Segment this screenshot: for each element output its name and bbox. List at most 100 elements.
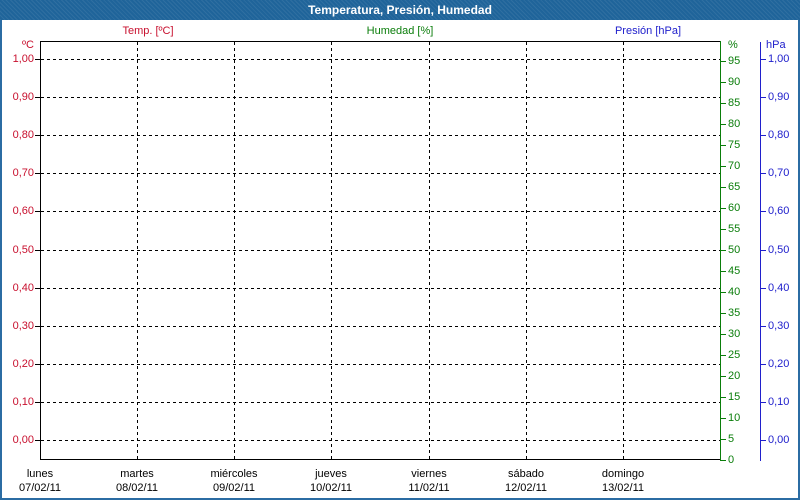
x-axis-date-label: 07/02/11 — [18, 482, 61, 494]
h-gridline — [41, 402, 720, 403]
humidity-axis-tick-label: 60 — [728, 202, 741, 214]
humidity-axis-tick — [721, 187, 726, 188]
h-gridline — [41, 97, 720, 98]
humidity-axis-tick — [721, 250, 726, 251]
humidity-axis-tick-label: 50 — [728, 244, 741, 256]
x-axis-day-label: miércoles — [210, 468, 258, 480]
pressure-axis-tick-label: 0,10 — [768, 396, 790, 408]
humidity-axis-tick — [721, 208, 726, 209]
temp-axis-tick-label: 0,10 — [12, 396, 34, 408]
v-gridline — [623, 42, 624, 460]
v-gridline — [234, 42, 235, 460]
humidity-axis-tick-label: 70 — [728, 160, 741, 172]
humidity-axis-tick-label: 90 — [728, 76, 741, 88]
x-axis-date-label: 08/02/11 — [115, 482, 158, 494]
humidity-axis-line — [720, 41, 721, 461]
humidity-axis-tick-label: 15 — [728, 391, 741, 403]
h-gridline — [41, 173, 720, 174]
temp-axis-tick — [35, 97, 40, 98]
x-axis-date-label: 13/02/11 — [601, 482, 644, 494]
humidity-axis-tick — [721, 61, 726, 62]
pressure-axis-tick-label: 0,00 — [768, 434, 790, 446]
humidity-axis-tick — [721, 292, 726, 293]
temp-axis-tick-label: 0,40 — [12, 282, 34, 294]
h-gridline — [41, 59, 720, 60]
h-gridline — [41, 211, 720, 212]
humidity-axis-tick-label: 5 — [728, 433, 735, 445]
temp-axis-tick-label: 0,60 — [12, 205, 34, 217]
pressure-axis-tick — [761, 211, 766, 212]
x-axis-date-label: 09/02/11 — [212, 482, 255, 494]
x-axis-day-label: domingo — [601, 468, 645, 480]
temp-axis-tick — [35, 173, 40, 174]
pressure-axis-tick-label: 0,60 — [768, 205, 790, 217]
legend-humidity: Humedad [%] — [366, 25, 434, 37]
temp-axis-tick — [35, 326, 40, 327]
humidity-axis-tick — [721, 271, 726, 272]
pressure-axis-tick — [761, 59, 766, 60]
pressure-axis-tick — [761, 135, 766, 136]
humidity-axis-tick-label: 95 — [728, 55, 741, 67]
humidity-axis-tick-label: 45 — [728, 265, 741, 277]
humidity-axis-tick — [721, 124, 726, 125]
humidity-axis-tick — [721, 145, 726, 146]
humidity-axis-header: % — [728, 39, 738, 51]
humidity-axis-tick — [721, 229, 726, 230]
temp-axis-tick — [35, 402, 40, 403]
temp-axis-tick — [35, 135, 40, 136]
pressure-axis-tick — [761, 173, 766, 174]
humidity-axis-tick-label: 0 — [728, 454, 735, 466]
title-bar: Temperatura, Presión, Humedad — [0, 0, 800, 20]
humidity-axis-tick — [721, 376, 726, 377]
humidity-axis-tick-label: 80 — [728, 118, 741, 130]
humidity-axis-tick — [721, 313, 726, 314]
temp-axis-tick-label: 0,20 — [12, 358, 34, 370]
temp-axis-header: ºC — [22, 39, 34, 51]
v-gridline — [137, 42, 138, 460]
h-gridline — [41, 364, 720, 365]
temp-axis-tick — [35, 440, 40, 441]
v-gridline — [331, 42, 332, 460]
legend-temp: Temp. [ºC] — [122, 25, 174, 37]
temp-axis-tick — [35, 364, 40, 365]
temp-axis-tick-label: 0,70 — [12, 167, 34, 179]
humidity-axis-tick — [721, 103, 726, 104]
x-axis-date-label: 11/02/11 — [408, 482, 450, 494]
humidity-axis-tick-label: 10 — [728, 412, 741, 424]
humidity-axis-tick-label: 75 — [728, 139, 741, 151]
temp-axis-tick-label: 0,90 — [12, 91, 34, 103]
pressure-axis-tick — [761, 402, 766, 403]
humidity-axis-tick-label: 40 — [728, 286, 741, 298]
humidity-axis-tick-label: 25 — [728, 349, 741, 361]
temp-axis-tick-label: 0,00 — [12, 434, 34, 446]
pressure-axis-tick-label: 0,30 — [768, 320, 790, 332]
pressure-axis-tick-label: 0,80 — [768, 129, 790, 141]
pressure-axis-tick — [761, 326, 766, 327]
pressure-axis-tick — [761, 288, 766, 289]
temp-axis-tick-label: 0,30 — [12, 320, 34, 332]
v-gridline — [429, 42, 430, 460]
window-title: Temperatura, Presión, Humedad — [308, 3, 492, 17]
x-axis-date-label: 10/02/11 — [309, 482, 352, 494]
h-gridline — [41, 326, 720, 327]
temp-axis-tick — [35, 250, 40, 251]
humidity-axis-tick — [721, 418, 726, 419]
humidity-axis-tick — [721, 397, 726, 398]
humidity-axis-tick — [721, 82, 726, 83]
pressure-axis-tick-label: 0,20 — [768, 358, 790, 370]
humidity-axis-tick — [721, 439, 726, 440]
temp-axis-tick — [35, 211, 40, 212]
humidity-axis-tick-label: 55 — [728, 223, 741, 235]
x-axis-day-label: martes — [120, 468, 154, 480]
pressure-axis-tick-label: 0,90 — [768, 91, 790, 103]
humidity-axis-tick — [721, 334, 726, 335]
temp-axis-tick-label: 0,50 — [12, 244, 34, 256]
humidity-axis-tick-label: 85 — [728, 97, 741, 109]
temp-axis-tick-label: 1,00 — [12, 53, 34, 65]
h-gridline — [41, 288, 720, 289]
humidity-axis-tick — [721, 460, 726, 461]
temp-axis-tick — [35, 59, 40, 60]
pressure-axis-tick-label: 0,40 — [768, 282, 790, 294]
v-gridline — [526, 42, 527, 460]
humidity-axis-tick — [721, 355, 726, 356]
